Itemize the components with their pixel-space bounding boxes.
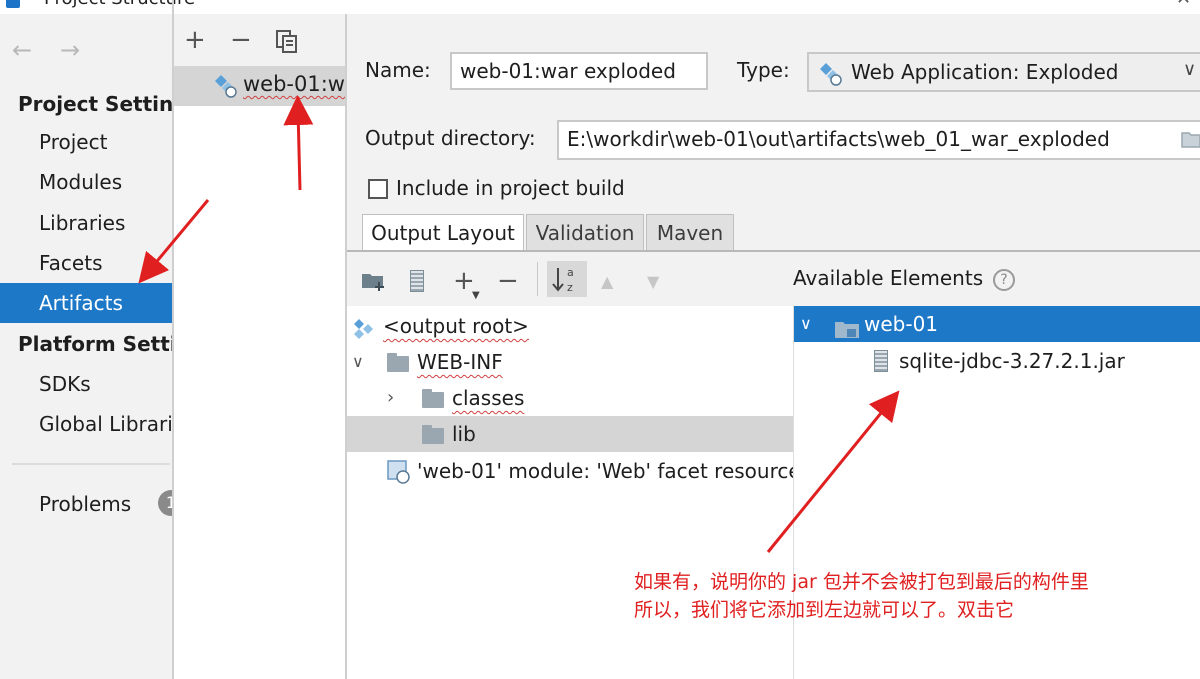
annotation-text-line2: 所以，我们将它添加到左边就可以了。双击它 bbox=[634, 599, 1015, 621]
annotation-text-line1: 如果有，说明你的 jar 包并不会被打包到最后的构件里 bbox=[634, 571, 1089, 593]
